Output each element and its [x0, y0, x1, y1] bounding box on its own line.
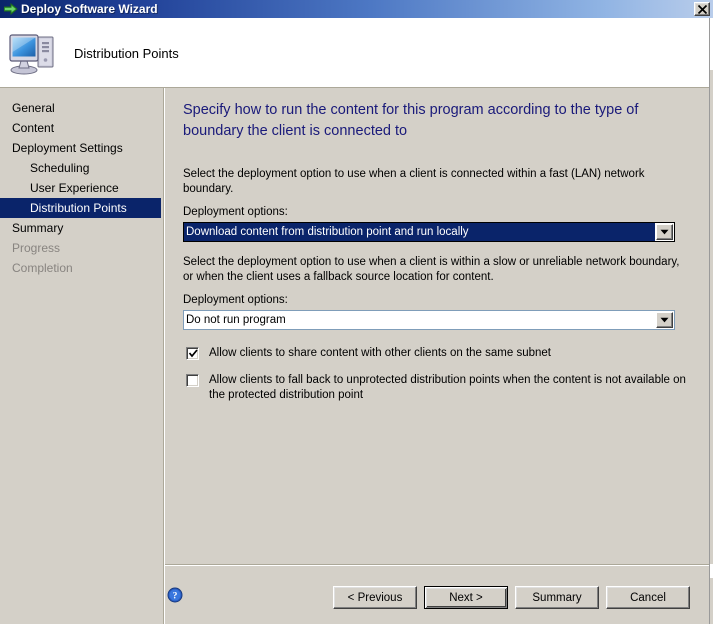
- close-button[interactable]: [694, 2, 710, 16]
- allow-fallback-label: Allow clients to fall back to unprotecte…: [209, 374, 686, 401]
- wizard-header: Distribution Points: [0, 18, 713, 88]
- allow-share-content-checkbox-row[interactable]: Allow clients to share content with othe…: [186, 346, 686, 361]
- window-edge-line: [709, 18, 710, 624]
- fast-boundary-description: Select the deployment option to use when…: [183, 168, 645, 195]
- footer-divider-highlight: [165, 565, 713, 566]
- next-button[interactable]: Next >: [424, 586, 508, 609]
- wizard-content-panel: Specify how to run the content for this …: [165, 88, 713, 564]
- close-icon: [697, 4, 707, 14]
- header-page-title: Distribution Points: [74, 45, 179, 61]
- sidebar-item-content[interactable]: Content: [0, 118, 163, 138]
- wizard-step-sidebar: General Content Deployment Settings Sche…: [0, 88, 163, 564]
- sidebar-item-deployment-settings[interactable]: Deployment Settings: [0, 138, 163, 158]
- sidebar-item-distribution-points[interactable]: Distribution Points: [0, 198, 161, 218]
- sidebar-item-scheduling[interactable]: Scheduling: [0, 158, 163, 178]
- svg-text:?: ?: [173, 592, 178, 602]
- slow-boundary-deployment-options-select[interactable]: Do not run program: [183, 310, 675, 330]
- fast-boundary-selected-value: Download content from distribution point…: [184, 223, 655, 241]
- slow-boundary-description: Select the deployment option to use when…: [183, 256, 680, 283]
- title-bar: Deploy Software Wizard: [0, 0, 713, 18]
- chevron-down-icon[interactable]: [656, 224, 673, 240]
- allow-share-content-checkbox[interactable]: [186, 347, 199, 360]
- checkmark-icon: [188, 349, 198, 358]
- footer-sidebar-divider-highlight: [164, 564, 165, 624]
- wizard-body: General Content Deployment Settings Sche…: [0, 88, 713, 564]
- cancel-button[interactable]: Cancel: [606, 586, 690, 609]
- sidebar-item-summary[interactable]: Summary: [0, 218, 163, 238]
- sidebar-item-completion: Completion: [12, 261, 73, 275]
- previous-button[interactable]: < Previous: [333, 586, 417, 609]
- chevron-down-icon[interactable]: [656, 312, 673, 328]
- deploy-software-wizard-window: Deploy Software Wizard Distribution Poin…: [0, 0, 713, 624]
- page-heading: Specify how to run the content for this …: [183, 102, 639, 139]
- fast-boundary-options-label: Deployment options:: [183, 206, 288, 218]
- allow-fallback-checkbox[interactable]: [186, 374, 199, 387]
- computer-icon: [9, 34, 54, 75]
- summary-button[interactable]: Summary: [515, 586, 599, 609]
- window-title: Deploy Software Wizard: [21, 2, 158, 16]
- help-icon[interactable]: ?: [167, 587, 183, 603]
- sidebar-item-progress: Progress: [12, 241, 61, 255]
- sidebar-item-general[interactable]: General: [0, 98, 163, 118]
- slow-boundary-options-label: Deployment options:: [183, 294, 288, 306]
- slow-boundary-selected-value: Do not run program: [186, 314, 286, 326]
- allow-fallback-checkbox-row[interactable]: Allow clients to fall back to unprotecte…: [186, 373, 686, 403]
- allow-share-content-label: Allow clients to share content with othe…: [209, 347, 551, 359]
- green-arrow-icon: [4, 3, 18, 15]
- fast-boundary-deployment-options-select[interactable]: Download content from distribution point…: [182, 221, 676, 243]
- sidebar-item-user-experience[interactable]: User Experience: [0, 178, 163, 198]
